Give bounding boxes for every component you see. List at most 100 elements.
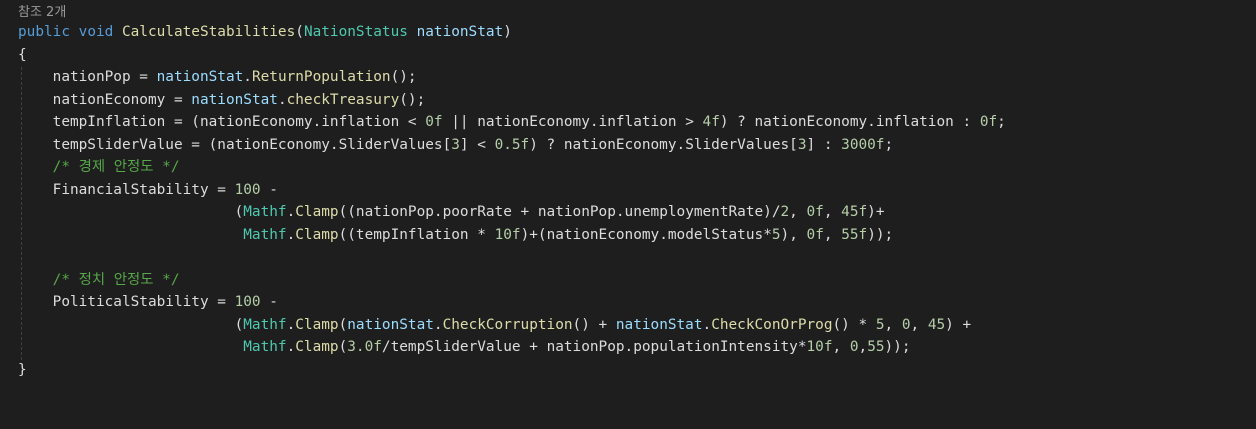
code-token: 0.5f (494, 136, 530, 153)
code-token: ; (997, 114, 1006, 130)
code-token: tempSliderValue (390, 339, 521, 355)
code-token: SliderValues (338, 136, 443, 153)
code-token: = (208, 181, 235, 198)
code-token: 4f (702, 114, 720, 130)
code-token: > (676, 114, 703, 130)
code-line: /* 정치 안정도 */ (18, 269, 180, 292)
code-token: 55f (841, 226, 868, 243)
code-token: + (511, 204, 538, 220)
code-token: , (823, 204, 842, 220)
code-line: Mathf.Clamp((tempInflation * 10f)+(natio… (18, 224, 893, 247)
code-token: SliderValues (685, 136, 790, 153)
code-token: /* 경제 안정도 */ (52, 159, 180, 175)
code-token: inflation (598, 114, 677, 130)
code-token: ), (780, 226, 807, 243)
code-token: Clamp (295, 226, 339, 243)
code-token: ) ? (529, 136, 564, 153)
code-token: ) ? (719, 114, 755, 130)
code-token: ( (18, 316, 244, 333)
code-token: () * (832, 316, 876, 333)
code-editor[interactable]: 참조 2개 public void CalculateStabilities(N… (0, 0, 1256, 429)
code-token: inflation (875, 114, 954, 130)
code-token: } (18, 361, 27, 378)
code-token: . (277, 91, 287, 108)
code-token: - (260, 294, 278, 310)
code-token: * (797, 339, 807, 355)
code-token: 0f (425, 114, 443, 130)
code-token: (); (399, 91, 426, 108)
code-token: poorRate (442, 204, 512, 220)
code-token: CalculateStabilities (121, 24, 296, 40)
code-line: /* 경제 안정도 */ (18, 156, 180, 179)
code-token: inflation (321, 114, 400, 130)
code-token: CheckConOrProg (711, 316, 833, 333)
code-token: . (589, 114, 599, 130)
code-token: 5 (771, 226, 781, 243)
code-token: . (659, 226, 668, 243)
code-line: (Mathf.Clamp((nationPop.poorRate + natio… (18, 201, 885, 224)
code-token: unemploymentRate (624, 204, 764, 220)
code-token: modelStatus (667, 226, 764, 243)
code-token: nationStat (347, 316, 434, 333)
code-token: Clamp (295, 316, 339, 333)
code-token: ( (338, 316, 348, 333)
code-token: 0f (806, 226, 824, 243)
code-line: tempInflation = (nationEconomy.inflation… (18, 111, 1006, 134)
code-token: = (130, 69, 157, 85)
code-token: ( (295, 24, 304, 40)
code-token: /* 정치 안정도 */ (52, 271, 180, 288)
code-token: . (286, 204, 296, 220)
code-line: nationEconomy = nationStat.checkTreasury… (18, 89, 426, 112)
code-token: / (381, 339, 391, 355)
code-token: . (286, 316, 296, 333)
code-token: tempInflation (52, 114, 166, 130)
code-token: Mathf (243, 226, 287, 243)
code-token: Clamp (295, 204, 339, 220)
code-token: ( (338, 339, 348, 355)
code-token: Mathf (243, 204, 287, 220)
code-token: . (243, 69, 252, 85)
code-token: checkTreasury (286, 91, 400, 108)
code-token: nationEconomy (563, 136, 677, 153)
code-token: = (165, 91, 192, 108)
code-token: NationStatus (303, 24, 408, 40)
code-token: nationEconomy (199, 114, 313, 130)
code-token: * (763, 226, 772, 243)
code-token: 2 (780, 204, 790, 220)
code-token: populationIntensity (633, 339, 798, 355)
code-token: , (789, 204, 807, 220)
code-token: 100 (234, 294, 261, 310)
code-token: tempInflation (355, 226, 469, 243)
code-token: Mathf (243, 316, 287, 333)
code-token: tempSliderValue (52, 136, 183, 153)
code-line: nationPop = nationStat.ReturnPopulation(… (18, 66, 417, 89)
code-token: . (286, 226, 296, 243)
code-token: )); (867, 226, 894, 243)
code-token: . (329, 136, 339, 153)
references-codelens[interactable]: 참조 2개 (18, 3, 66, 23)
code-token: . (867, 114, 876, 130)
code-token: . (433, 316, 443, 333)
code-token: { (18, 46, 27, 63)
code-token: FinancialStability (52, 181, 209, 198)
code-token: , (884, 316, 902, 333)
code-token: || (442, 114, 478, 130)
code-token: ] < (459, 136, 495, 153)
code-token: nationStat (615, 316, 703, 333)
code-token: (( (338, 226, 356, 243)
code-token: , (858, 339, 868, 355)
code-token: nationEconomy (754, 114, 868, 130)
code-line: FinancialStability = 100 - (18, 179, 278, 202)
code-token: (); (390, 69, 417, 85)
code-token: . (286, 339, 296, 355)
code-token: ReturnPopulation (251, 69, 391, 85)
code-token: nationEconomy (52, 91, 166, 108)
code-line: } (18, 359, 27, 382)
code-token: . (433, 204, 443, 220)
